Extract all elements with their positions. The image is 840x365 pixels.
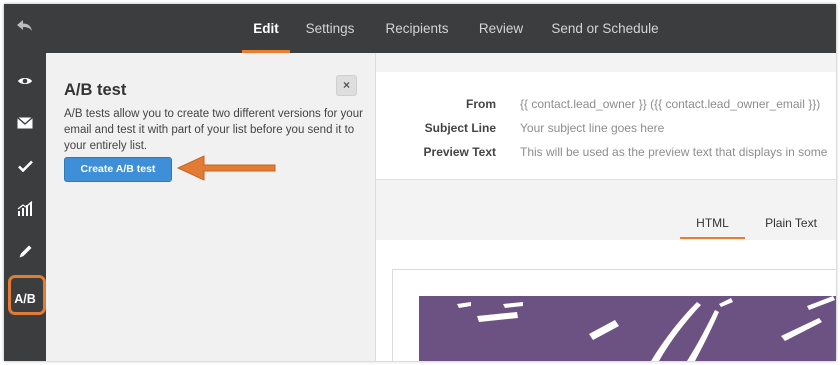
orange-arrow-icon bbox=[174, 150, 280, 191]
tab-edit[interactable]: Edit bbox=[242, 4, 290, 53]
top-nav-bar: Edit Settings Recipients Review Send or … bbox=[4, 4, 836, 53]
eye-icon bbox=[17, 73, 33, 91]
back-button[interactable] bbox=[4, 4, 46, 53]
tab-review[interactable]: Review bbox=[476, 4, 526, 53]
create-ab-test-button[interactable]: Create A/B test bbox=[64, 157, 172, 182]
tab-plain-text[interactable]: Plain Text bbox=[756, 216, 826, 230]
rail-item-analytics[interactable] bbox=[4, 191, 46, 231]
from-value[interactable]: {{ contact.lead_owner }} ({{ contact.lea… bbox=[520, 97, 820, 111]
app-window: Edit Settings Recipients Review Send or … bbox=[4, 4, 836, 361]
panel-description: A/B tests allow you to create two differ… bbox=[64, 108, 363, 152]
envelope-icon bbox=[17, 116, 33, 134]
rail-item-email[interactable] bbox=[4, 105, 46, 145]
panel-title: A/B test bbox=[64, 81, 127, 99]
tab-recipients[interactable]: Recipients bbox=[381, 4, 453, 53]
from-label: From bbox=[466, 97, 496, 111]
preview-text-label: Preview Text bbox=[423, 145, 496, 159]
tab-settings[interactable]: Settings bbox=[302, 4, 358, 53]
close-button[interactable]: × bbox=[336, 75, 357, 96]
ab-highlight-box bbox=[8, 275, 46, 315]
tab-send-or-schedule[interactable]: Send or Schedule bbox=[550, 4, 660, 53]
rail-item-check[interactable] bbox=[4, 148, 46, 188]
tab-html[interactable]: HTML bbox=[680, 216, 745, 239]
email-hero-image bbox=[419, 296, 836, 361]
subject-line-value[interactable]: Your subject line goes here bbox=[520, 121, 664, 135]
bar-chart-icon bbox=[17, 201, 33, 221]
email-details-card: From {{ contact.lead_owner }} ({{ contac… bbox=[376, 72, 836, 180]
checkmark-icon bbox=[17, 159, 33, 177]
back-arrow-icon bbox=[16, 19, 34, 38]
preview-text-value[interactable]: This will be used as the preview text th… bbox=[520, 145, 827, 159]
rail-item-edit[interactable] bbox=[4, 234, 46, 274]
rail-item-preview[interactable] bbox=[4, 62, 46, 102]
ab-test-panel: A/B test × A/B tests allow you to create… bbox=[46, 53, 376, 361]
pencil-icon bbox=[18, 244, 33, 264]
subject-line-label: Subject Line bbox=[424, 121, 496, 135]
